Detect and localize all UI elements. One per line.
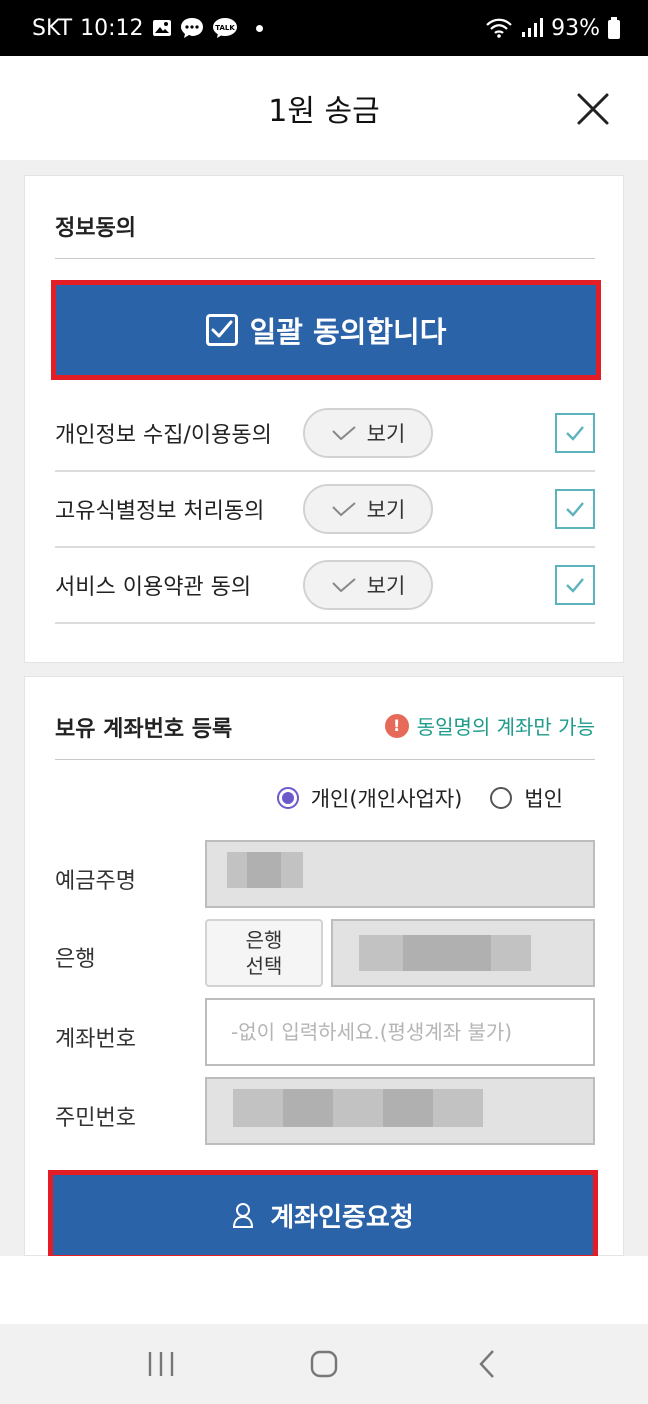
consent-row-terms: 서비스 이용약관 동의 보기 bbox=[55, 548, 595, 624]
radio-individual[interactable] bbox=[276, 787, 299, 809]
agree-all-button[interactable]: 일괄 동의합니다 bbox=[51, 280, 601, 380]
check-icon bbox=[566, 578, 584, 593]
check-icon bbox=[566, 426, 584, 441]
bank-select-line1: 은행 bbox=[245, 928, 283, 952]
wifi-icon bbox=[485, 17, 513, 39]
consent-checkbox-privacy[interactable] bbox=[555, 413, 595, 453]
account-divider bbox=[55, 759, 595, 760]
masked-text bbox=[281, 852, 303, 888]
radio-individual-label[interactable]: 개인(개인사업자) bbox=[311, 783, 463, 813]
battery-percent: 93% bbox=[551, 15, 600, 41]
consent-card: 정보동의 일괄 동의합니다 개인정보 수집/이용동의 보기 고유식별정보 처리동… bbox=[24, 175, 624, 663]
radio-corporate[interactable] bbox=[490, 787, 513, 809]
radio-corporate-label[interactable]: 법인 bbox=[524, 783, 563, 813]
bank-label: 은행 bbox=[55, 947, 96, 972]
consent-label-terms: 서비스 이용약관 동의 bbox=[55, 575, 252, 600]
checkbox-icon bbox=[205, 314, 238, 346]
battery-icon bbox=[608, 17, 620, 39]
resident-number-label: 주민번호 bbox=[55, 1106, 136, 1131]
notification-dot-icon bbox=[255, 24, 263, 32]
masked-text bbox=[233, 1089, 283, 1127]
recent-apps-button[interactable] bbox=[131, 1334, 191, 1394]
talk-icon: TALK bbox=[212, 17, 238, 39]
person-icon bbox=[233, 1203, 254, 1228]
account-type-radio-group: 개인(개인사업자) 법인 bbox=[276, 783, 579, 813]
talk-icon-text: TALK bbox=[215, 24, 235, 32]
consent-label-privacy: 개인정보 수집/이용동의 bbox=[55, 423, 272, 448]
masked-text bbox=[283, 1089, 333, 1127]
masked-text bbox=[433, 1089, 483, 1127]
account-number-label: 계좌번호 bbox=[55, 1027, 136, 1052]
bank-name-field[interactable] bbox=[331, 919, 595, 987]
view-button-label: 보기 bbox=[366, 422, 406, 446]
view-button-terms[interactable]: 보기 bbox=[303, 560, 433, 610]
consent-label-unique-id: 고유식별정보 처리동의 bbox=[55, 499, 265, 524]
recent-apps-icon bbox=[149, 1352, 174, 1376]
masked-text bbox=[491, 935, 531, 971]
view-button-label: 보기 bbox=[366, 498, 406, 522]
clock: 10:12 bbox=[80, 15, 144, 41]
bank-select-button[interactable]: 은행 선택 bbox=[205, 919, 323, 987]
back-button[interactable] bbox=[457, 1334, 517, 1394]
system-nav-bar bbox=[0, 1324, 648, 1404]
gallery-icon bbox=[152, 18, 172, 38]
resident-number-field[interactable] bbox=[205, 1077, 595, 1145]
consent-checkbox-unique-id[interactable] bbox=[555, 489, 595, 529]
holder-name-field[interactable] bbox=[205, 840, 595, 908]
account-section-title: 보유 계좌번호 등록 bbox=[55, 717, 233, 742]
page-title: 1원 송금 bbox=[268, 94, 380, 129]
masked-text bbox=[403, 935, 447, 971]
consent-divider bbox=[55, 258, 595, 259]
account-verify-button[interactable]: 계좌인증요청 bbox=[48, 1170, 598, 1260]
close-button[interactable] bbox=[576, 92, 610, 126]
check-icon bbox=[331, 426, 356, 441]
status-bar: SKT 10:12 TALK 93% bbox=[0, 0, 648, 56]
account-verify-label: 계좌인증요청 bbox=[270, 1202, 414, 1233]
consent-row-privacy: 개인정보 수집/이용동의 보기 bbox=[55, 396, 595, 472]
view-button-label: 보기 bbox=[366, 574, 406, 598]
masked-text bbox=[447, 935, 491, 971]
status-left: SKT 10:12 TALK bbox=[32, 16, 263, 41]
view-button-privacy[interactable]: 보기 bbox=[303, 408, 433, 458]
consent-row-unique-id: 고유식별정보 처리동의 보기 bbox=[55, 472, 595, 548]
masked-text bbox=[247, 852, 281, 888]
check-icon bbox=[566, 502, 584, 517]
agree-all-label: 일괄 동의합니다 bbox=[249, 315, 447, 349]
alert-icon: ! bbox=[384, 713, 409, 738]
home-icon bbox=[310, 1350, 338, 1378]
masked-text bbox=[333, 1089, 383, 1127]
account-number-input[interactable] bbox=[205, 998, 595, 1066]
check-icon bbox=[331, 502, 356, 517]
consent-checkbox-terms[interactable] bbox=[555, 565, 595, 605]
check-icon bbox=[331, 578, 356, 593]
notice-text: 동일명의 계좌만 가능 bbox=[416, 715, 595, 739]
masked-text bbox=[383, 1089, 433, 1127]
masked-text bbox=[359, 935, 403, 971]
account-card: 보유 계좌번호 등록 ! 동일명의 계좌만 가능 개인(개인사업자) 법인 예금… bbox=[24, 676, 624, 1256]
holder-label: 예금주명 bbox=[55, 869, 136, 894]
signal-icon bbox=[521, 17, 544, 39]
status-right: 93% bbox=[485, 16, 620, 41]
chat-bubble-icon bbox=[180, 17, 204, 39]
view-button-unique-id[interactable]: 보기 bbox=[303, 484, 433, 534]
same-name-notice: ! 동일명의 계좌만 가능 bbox=[384, 711, 595, 740]
carrier: SKT bbox=[32, 15, 73, 41]
masked-text bbox=[227, 852, 247, 888]
close-icon bbox=[577, 93, 609, 125]
back-icon bbox=[479, 1350, 494, 1378]
bottom-spacer bbox=[0, 1256, 648, 1324]
home-button[interactable] bbox=[294, 1334, 354, 1394]
bank-select-line2: 선택 bbox=[245, 954, 283, 978]
consent-section-title: 정보동의 bbox=[55, 216, 136, 241]
page-header: 1원 송금 bbox=[0, 56, 648, 160]
